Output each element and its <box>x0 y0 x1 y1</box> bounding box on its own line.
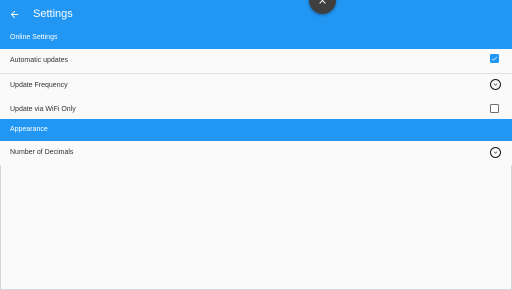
app-bar: Settings <box>0 0 512 29</box>
update-via-wifi-checkbox[interactable] <box>490 104 499 113</box>
setting-label: Automatic updates <box>10 57 68 64</box>
section-header-label: Appearance <box>10 126 48 133</box>
setting-row-number-of-decimals[interactable]: Number of Decimals <box>0 141 512 165</box>
automatic-updates-checkbox[interactable] <box>490 54 499 63</box>
back-button[interactable] <box>6 6 23 23</box>
setting-row-update-frequency[interactable]: Update Frequency <box>0 74 512 99</box>
page-title: Settings <box>33 8 73 20</box>
chevron-down-circle-icon[interactable] <box>490 79 501 90</box>
section-header-label: Online Settings <box>10 34 58 41</box>
chevron-down-circle-icon[interactable] <box>490 147 501 158</box>
setting-label: Number of Decimals <box>10 149 74 156</box>
setting-label: Update via WiFi Only <box>10 106 76 113</box>
chevron-down-icon <box>493 83 498 86</box>
setting-label: Update Frequency <box>10 82 68 89</box>
setting-row-automatic-updates[interactable]: Automatic updates <box>0 49 512 74</box>
section-header-online-settings: Online Settings <box>0 27 512 49</box>
close-icon <box>319 0 326 4</box>
chevron-down-icon <box>493 151 498 154</box>
arrow-left-icon <box>10 10 19 19</box>
section-header-appearance: Appearance <box>0 119 512 141</box>
checkmark-icon <box>491 56 498 61</box>
